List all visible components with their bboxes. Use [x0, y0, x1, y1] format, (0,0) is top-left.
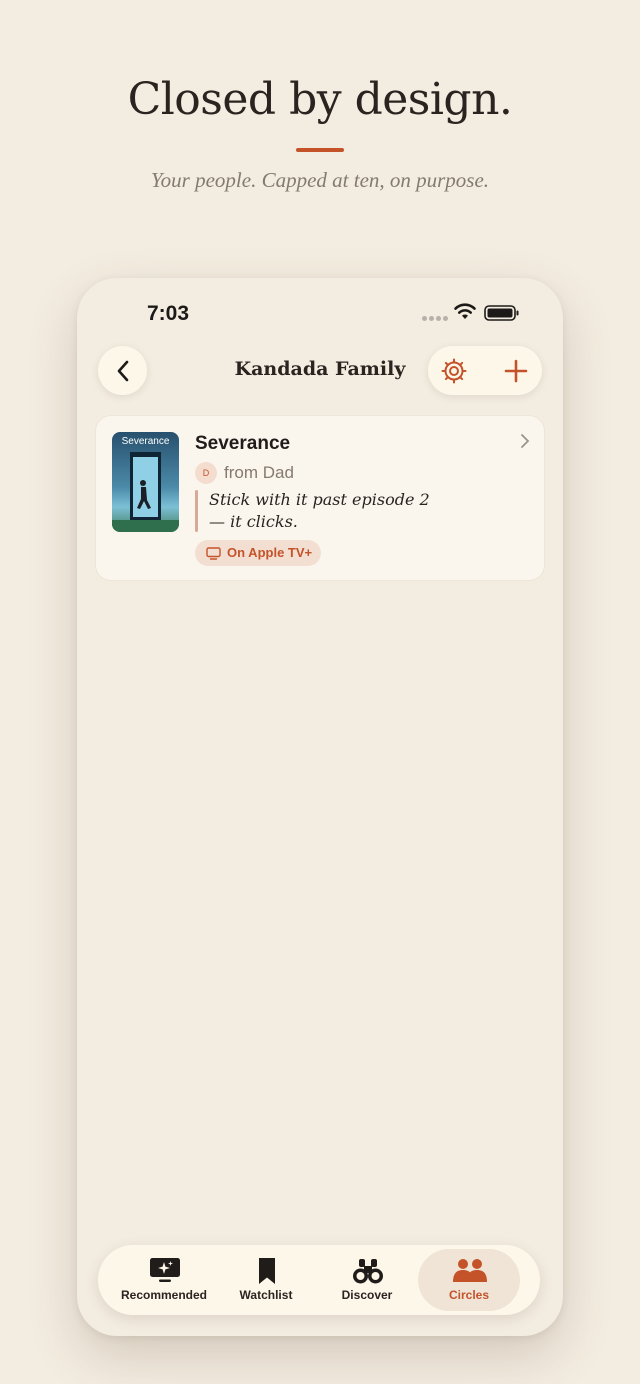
- battery-icon: [484, 305, 519, 321]
- tv-icon: [206, 547, 221, 560]
- recommendation-card[interactable]: Severance Severance D from Dad Stick wit…: [95, 415, 545, 581]
- quote-bar: [195, 490, 198, 532]
- tab-circles[interactable]: Circles: [418, 1249, 520, 1311]
- circle-title: Kandada Family: [234, 358, 406, 380]
- avatar: D: [195, 462, 217, 484]
- phone-frame: 7:03 Kandada Family Severance Severance …: [77, 278, 563, 1336]
- tab-label: Recommended: [120, 1288, 208, 1302]
- show-title: Severance: [195, 433, 291, 454]
- bookmark-icon: [259, 1258, 275, 1284]
- tab-label: Watchlist: [239, 1288, 293, 1302]
- sender-label: from Dad: [224, 463, 294, 482]
- recommended-tv-icon: [150, 1258, 180, 1282]
- signal-icon: [422, 316, 448, 322]
- poster-image: Severance: [112, 432, 179, 532]
- binoculars-icon: [353, 1259, 383, 1284]
- tab-bar: Recommended Watchlist Discover Circles: [98, 1245, 540, 1315]
- tab-label: Discover: [341, 1288, 393, 1302]
- service-badge: On Apple TV+: [195, 540, 321, 566]
- add-button[interactable]: [503, 358, 529, 384]
- hero-subtitle: Your people. Capped at ten, on purpose.: [150, 168, 490, 192]
- recommendation-note: Stick with it past episode 2 — it clicks…: [209, 490, 430, 531]
- chevron-left-icon: [117, 360, 128, 381]
- tab-label: Circles: [448, 1288, 490, 1302]
- people-icon: [453, 1259, 487, 1282]
- chevron-right-icon: [521, 434, 530, 448]
- plus-icon: [504, 359, 528, 383]
- status-time: 7:03: [147, 302, 190, 325]
- tab-watchlist[interactable]: Watchlist: [215, 1249, 317, 1311]
- nav-actions: [428, 346, 542, 395]
- hero-title: Closed by design.: [127, 74, 513, 125]
- back-button[interactable]: [98, 346, 147, 395]
- hero-divider: [296, 148, 344, 152]
- gear-icon: [441, 358, 467, 384]
- page: Closed by design. Your people. Capped at…: [0, 0, 640, 1384]
- tab-recommended[interactable]: Recommended: [113, 1249, 215, 1311]
- service-label: On Apple TV+: [227, 545, 313, 560]
- wifi-icon: [454, 303, 476, 319]
- settings-button[interactable]: [440, 357, 468, 385]
- tab-discover[interactable]: Discover: [316, 1249, 418, 1311]
